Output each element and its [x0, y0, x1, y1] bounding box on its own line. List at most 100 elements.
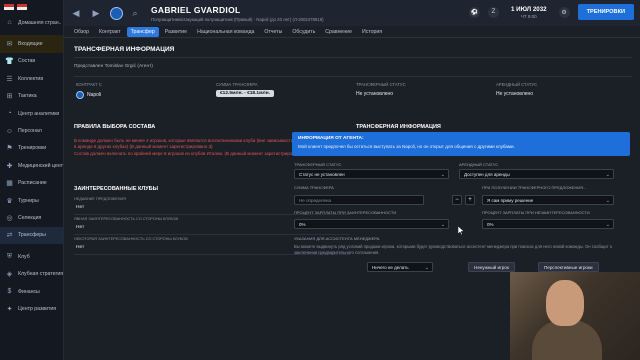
salary-interested-dropdown[interactable]: 0% ⌄: [294, 219, 449, 229]
prospective-players-button[interactable]: Перспективные игроки: [538, 262, 599, 272]
contract-label: КОНТРАКТ С: [76, 82, 102, 87]
chevron-down-icon: ⌄: [605, 197, 610, 204]
loan-status-dropdown[interactable]: Доступен для аренды ⌄: [459, 169, 614, 179]
menu-tab[interactable]: История: [358, 27, 386, 37]
search-icon[interactable]: ⌕: [127, 5, 143, 21]
sidebar-item-finance[interactable]: $ Финансы: [0, 283, 63, 300]
current-time: ЧТ 9:00: [520, 13, 537, 19]
menu-tab[interactable]: Развитие: [161, 27, 191, 37]
forward-icon[interactable]: ▶: [88, 5, 104, 21]
menu-tab[interactable]: Отчеты: [260, 27, 286, 37]
chevron-down-icon: ⌄: [605, 171, 610, 178]
sidebar-item-strategy[interactable]: ◈ Клубная стратегия: [0, 265, 63, 282]
current-date: 1 ИЮЛ 2032: [511, 5, 547, 13]
loan-label: АРЕНДНЫЙ СТАТУС: [496, 82, 538, 87]
chevron-down-icon: ⌄: [440, 171, 445, 178]
assistant-note: Вы можете выдвинуть ряд условий продажи …: [294, 244, 613, 255]
sidebar-item-transfers[interactable]: ⇄ Трансферы: [0, 226, 63, 245]
offer-decision-dropdown[interactable]: Я сам приму решение ⌄: [482, 195, 614, 205]
contract-club[interactable]: Napoli: [76, 91, 101, 99]
player-subtitle: Полузащитник/атакующий полузащитник (Пра…: [151, 16, 324, 22]
agent-representation[interactable]: Представлен Tomislav Grgić (Агент): [74, 64, 153, 69]
sidebar-item-staff[interactable]: ☺ Персонал: [0, 122, 63, 139]
menu-tab[interactable]: Обзор: [70, 27, 93, 37]
sidebar-item-label: Расписание: [18, 180, 47, 187]
inbox-icon: ✉: [6, 41, 13, 49]
person-body: [532, 320, 602, 360]
menu-tab[interactable]: Трансфер: [126, 26, 159, 37]
person-face: [546, 280, 584, 326]
salary-uninterested-dropdown[interactable]: 0% ⌄: [482, 219, 614, 229]
offer-decision-value: Я сам приму решение: [487, 198, 534, 203]
sidebar-item-shirt[interactable]: 👕 Состав: [0, 53, 63, 70]
sidebar-item-label: Домашняя стран..: [18, 19, 62, 26]
assistant-action-dropdown[interactable]: Ничего не делать ⌄: [367, 262, 433, 272]
training-button[interactable]: ТРЕНИРОВКИ: [577, 4, 634, 20]
rules-title: ПРАВИЛА ВЫБОРА СОСТАВА: [74, 124, 156, 130]
mouse-cursor-icon: [458, 226, 464, 235]
sidebar-item-training[interactable]: ⚑ Тренировки: [0, 140, 63, 157]
sidebar-item-label: Клубная стратегия: [18, 271, 63, 278]
sidebar-item-scouting[interactable]: ◎ Селекция: [0, 209, 63, 226]
recent-offers-label: НЕДАВНИЕ ПРЕДЛОЖЕНИЯ: [74, 197, 126, 201]
transfer-status-value: Статус не установлен: [299, 172, 345, 177]
fee-label: СУММА ТРАНСФЕРА: [216, 82, 258, 87]
menu-tab[interactable]: Контракт: [95, 27, 125, 37]
sidebar-item-home[interactable]: ⌂ Домашняя стран..: [0, 14, 63, 31]
flag-icon: [17, 4, 27, 10]
menu-tab[interactable]: Обсудить: [288, 27, 319, 37]
ball-icon[interactable]: ⚽: [469, 6, 480, 18]
fee-input[interactable]: Не определена: [294, 195, 424, 205]
sidebar-item-label: Трансферы: [18, 232, 46, 239]
fee-increase-button[interactable]: +: [465, 195, 475, 205]
sidebar-item-label: Входящие: [18, 41, 43, 48]
agent-info-box: ИНФОРМАЦИЯ ОТ АГЕНТА: Мой клиент предпоч…: [292, 132, 630, 156]
transfer-status-dropdown[interactable]: Статус не установлен ⌄: [294, 169, 449, 179]
scouting-icon: ◎: [6, 214, 13, 222]
sidebar-item-inbox[interactable]: ✉ Входящие: [0, 35, 63, 53]
settings-icon[interactable]: ⚙: [558, 6, 570, 18]
assistant-label: УКАЗАНИЯ ДЛЯ АССИСТЕНТА МЕНЕДЖЕРА: [294, 236, 380, 241]
staff-icon: ☺: [5, 127, 14, 135]
sidebar-list: ⌂ Домашняя стран.. ✉ Входящие 👕 Состав ☰ Коллек…: [0, 14, 63, 318]
menu-tab[interactable]: Сравнение: [321, 27, 356, 37]
status-label: ТРАНСФЕРНЫЙ СТАТУС: [356, 82, 406, 87]
loan-status-label: АРЕНДНЫЙ СТАТУС: [459, 162, 499, 167]
menu-tab[interactable]: Национальная команда: [193, 27, 258, 37]
strategy-icon: ◈: [6, 271, 13, 279]
sidebar-item-label: Тактика: [18, 93, 37, 100]
z-icon[interactable]: Z: [488, 6, 499, 18]
calendar-icon: ▦: [6, 180, 13, 188]
some-interest-value: Нет: [76, 245, 85, 250]
some-interest-label: НЕКОТОРАЯ ЗАИНТЕРЕСОВАННОСТЬ СО СТОРОНЫ …: [74, 237, 188, 241]
date-block[interactable]: 1 ИЮЛ 2032 ЧТ 9:00: [511, 6, 547, 19]
sidebar-item-label: Селекция: [18, 214, 42, 221]
sidebar-item-tactics[interactable]: ⊞ Тактика: [0, 88, 63, 105]
sidebar-item-calendar[interactable]: ▦ Расписание: [0, 175, 63, 192]
sidebar-item-medical[interactable]: ✚ Медицинский центр: [0, 157, 63, 174]
divider: [74, 76, 632, 77]
sidebar-item-trophy[interactable]: ♛ Турниры: [0, 192, 63, 209]
finance-icon: $: [7, 288, 12, 296]
tactics-icon: ⊞: [6, 93, 13, 101]
fee-field-label: СУММА ТРАНСФЕРА: [294, 185, 334, 190]
club-badge-icon[interactable]: [110, 6, 123, 20]
home-icon: ⌂: [7, 19, 12, 27]
chevron-down-icon: ⌄: [440, 221, 445, 228]
sidebar-item-label: Финансы: [18, 288, 40, 295]
medical-icon: ✚: [6, 162, 13, 170]
sidebar-item-group[interactable]: ☰ Коллектив: [0, 70, 63, 87]
training-icon: ⚑: [6, 145, 13, 153]
back-icon[interactable]: ◀: [68, 5, 84, 21]
unwanted-player-button[interactable]: Ненужный игрок: [468, 262, 515, 272]
sidebar-item-development[interactable]: ✦ Центр развития: [0, 300, 63, 317]
sidebar-item-analytics[interactable]: ◔ Центр аналитики: [0, 105, 63, 122]
player-name[interactable]: GABRIEL GVARDIOL: [151, 5, 324, 15]
sidebar-item-club[interactable]: ⛨ Клуб: [0, 248, 63, 265]
transfers-icon: ⇄: [6, 232, 13, 240]
loan-status-value: Доступен для аренды: [464, 172, 510, 177]
chevron-down-icon: ⌄: [605, 221, 610, 228]
interested-title: ЗАИНТЕРЕСОВАННЫЕ КЛУБЫ: [74, 186, 158, 192]
fee-decrease-button[interactable]: −: [452, 195, 462, 205]
offer-decision-label: ПРИ ПОЛУЧЕНИИ ТРАНСФЕРНОГО ПРЕДЛОЖЕНИЯ..…: [482, 185, 587, 190]
